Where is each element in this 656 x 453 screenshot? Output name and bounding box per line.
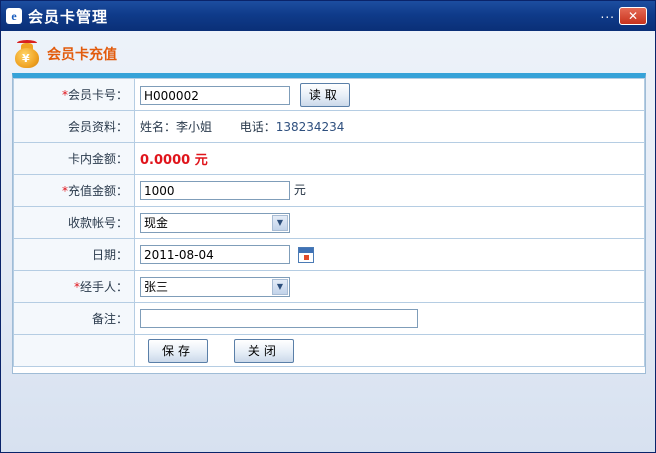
balance-label: 卡内金额： [13, 142, 135, 175]
close-window-button[interactable]: ✕ [619, 7, 647, 25]
date-input[interactable] [140, 245, 290, 264]
date-label: 日期： [13, 238, 135, 271]
recharge-amount-input[interactable] [140, 181, 290, 200]
read-card-button[interactable]: 读取 [299, 82, 350, 107]
remark-input[interactable] [140, 309, 418, 328]
row-handler: *经手人： 张三 ▼ [13, 270, 645, 303]
row-remark: 备注： [13, 302, 645, 335]
name-value: 李小姐 [176, 120, 213, 134]
phone-value: 138234234 [275, 120, 345, 134]
account-label: 收款帐号： [13, 206, 135, 239]
handler-select[interactable]: 张三 ▼ [140, 276, 290, 297]
chevron-down-icon[interactable]: ▼ [272, 278, 288, 295]
save-button[interactable]: 保存 [148, 338, 208, 363]
row-member-info: 会员资料： 姓名：李小姐 电话：138234234 [13, 110, 645, 143]
handler-label: 经手人： [79, 280, 128, 294]
row-card-no: *会员卡号： 读取 [13, 78, 645, 111]
card-no-input[interactable] [140, 86, 290, 105]
window-title: 会员卡管理 [28, 7, 109, 26]
currency-unit: 元 [293, 183, 306, 197]
money-bag-icon: ¥ [11, 38, 43, 70]
remark-label: 备注： [13, 302, 135, 335]
card-no-label: 会员卡号： [67, 88, 128, 102]
member-card-window: e 会员卡管理 ... ✕ ¥ 会员卡充值 *会员卡号： 读取 会员资料： 姓名… [0, 0, 656, 453]
row-actions: 保存 关闭 [13, 334, 645, 367]
row-account: 收款帐号： 现金 ▼ [13, 206, 645, 239]
row-date: 日期： [13, 238, 645, 271]
title-bar: e 会员卡管理 ... ✕ [1, 1, 655, 31]
account-select[interactable]: 现金 ▼ [140, 212, 290, 233]
name-label: 姓名： [140, 120, 177, 134]
phone-label: 电话： [239, 120, 276, 134]
app-icon: e [6, 8, 22, 24]
account-selected: 现金 [144, 216, 169, 230]
member-info-label: 会员资料： [13, 110, 135, 143]
handler-selected: 张三 [144, 280, 169, 294]
balance-value: 0.0000 元 [140, 153, 208, 168]
section-title: 会员卡充值 [47, 47, 117, 63]
section-header: ¥ 会员卡充值 [11, 37, 117, 71]
more-icon[interactable]: ... [601, 7, 615, 21]
close-button[interactable]: 关闭 [233, 338, 294, 363]
recharge-label: 充值金额： [67, 184, 128, 198]
row-balance: 卡内金额： 0.0000 元 [13, 142, 645, 175]
calendar-icon[interactable] [297, 246, 314, 263]
recharge-form: *会员卡号： 读取 会员资料： 姓名：李小姐 电话：138234234 卡内金额… [12, 73, 646, 374]
chevron-down-icon[interactable]: ▼ [272, 214, 288, 231]
row-recharge: *充值金额： 元 [13, 174, 645, 207]
